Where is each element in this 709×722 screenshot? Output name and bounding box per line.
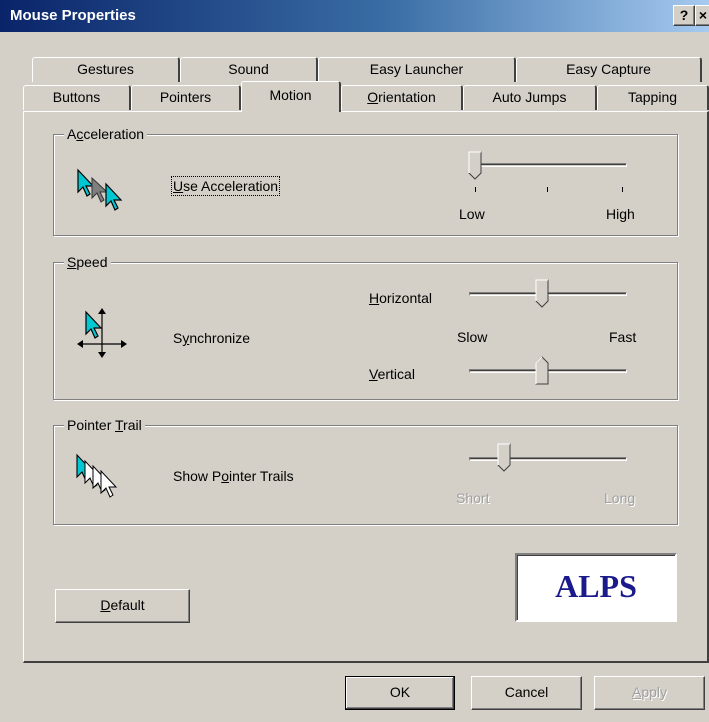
acceleration-low-label: Low: [459, 206, 485, 222]
long-label: Long: [604, 490, 636, 506]
slider-tick: [547, 187, 548, 192]
cancel-button[interactable]: Cancel: [471, 676, 582, 710]
tab-label: Gestures: [77, 61, 134, 77]
help-button[interactable]: ?: [673, 5, 695, 26]
acceleration-group: Acceleration: [53, 125, 678, 236]
window-title: Mouse Properties: [10, 7, 136, 24]
tab-label: Motion: [269, 87, 312, 103]
alps-logo: ALPS: [515, 553, 677, 622]
tab-gestures[interactable]: Gestures: [32, 57, 180, 82]
use-acceleration-label[interactable]: Use Acceleration: [170, 176, 281, 196]
vertical-slider-thumb[interactable]: [535, 355, 549, 385]
tab-label: Easy Capture: [566, 61, 651, 77]
slow-label: Slow: [457, 329, 488, 345]
tab-label: Pointers: [159, 89, 212, 105]
acceleration-pointer-icon: [77, 168, 123, 211]
pointer-trail-slider-track[interactable]: [469, 457, 627, 461]
slider-tick: [475, 187, 476, 192]
acceleration-high-label: High: [606, 206, 635, 222]
tab-sound[interactable]: Sound: [180, 57, 318, 82]
tab-easy-launcher[interactable]: Easy Launcher: [318, 57, 516, 82]
default-button[interactable]: Default: [55, 589, 190, 623]
tab-label: Easy Launcher: [369, 61, 464, 77]
horizontal-label: Horizontal: [369, 290, 433, 306]
ok-button[interactable]: OK: [345, 676, 455, 710]
title-bar: Mouse Properties ? ×: [0, 0, 709, 32]
tab-label: Buttons: [52, 89, 101, 105]
tab-label: Auto Jumps: [492, 89, 567, 105]
tab-orientation[interactable]: Orientation: [341, 85, 463, 110]
tab-label: Sound: [228, 61, 269, 77]
tab-motion[interactable]: Motion: [241, 81, 341, 112]
speed-group: Speed: [53, 253, 678, 400]
pointer-trail-slider-thumb[interactable]: [497, 443, 511, 473]
tab-tapping[interactable]: Tapping: [597, 85, 709, 110]
tab-pointers[interactable]: Pointers: [131, 85, 241, 110]
acceleration-slider-track[interactable]: [469, 163, 627, 167]
apply-button[interactable]: Apply: [594, 676, 705, 710]
tab-label: Orientation: [367, 89, 436, 105]
fast-label: Fast: [609, 329, 637, 345]
speed-arrows-icon: [77, 308, 127, 358]
pointer-trail-group: Pointer Trail: [53, 416, 678, 525]
pointer-trail-legend: Pointer Trail: [64, 416, 145, 434]
tab-easy-capture[interactable]: Easy Capture: [516, 57, 702, 82]
slider-tick: [622, 187, 623, 192]
acceleration-legend: Acceleration: [64, 125, 148, 143]
short-label: Short: [456, 490, 490, 506]
speed-legend: Speed: [64, 253, 111, 271]
horizontal-slider-thumb[interactable]: [535, 279, 549, 309]
vertical-label: Vertical: [369, 366, 415, 382]
synchronize-label[interactable]: Synchronize: [173, 330, 250, 346]
show-pointer-trails-label[interactable]: Show Pointer Trails: [173, 468, 294, 484]
tab-buttons[interactable]: Buttons: [23, 85, 131, 110]
close-button[interactable]: ×: [695, 5, 709, 26]
tab-label: Tapping: [627, 89, 678, 105]
acceleration-slider-thumb[interactable]: [468, 151, 482, 181]
pointer-trail-icon: [76, 453, 118, 498]
tab-auto-jumps[interactable]: Auto Jumps: [463, 85, 597, 110]
